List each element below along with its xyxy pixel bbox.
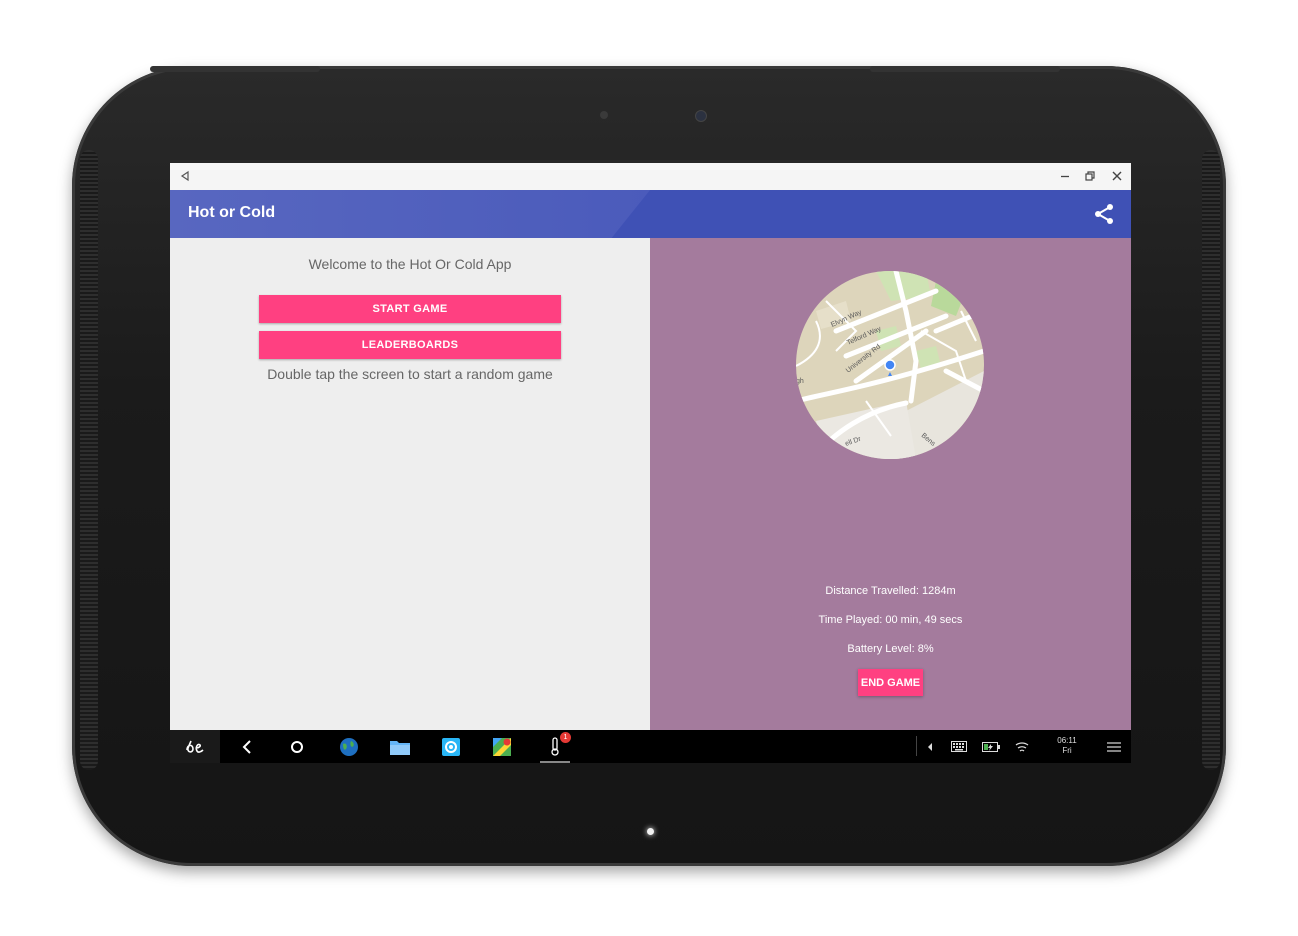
left-panel[interactable]: Welcome to the Hot Or Cold App START GAM… <box>170 238 650 730</box>
distance-travelled: Distance Travelled: 1284m <box>825 585 956 597</box>
notification-badge: 1 <box>560 732 571 743</box>
tray-keyboard[interactable] <box>950 730 968 763</box>
random-game-hint: Double tap the screen to start a random … <box>267 366 553 382</box>
taskbar-divider <box>916 736 917 756</box>
battery-icon <box>982 741 1000 752</box>
back-arrow-icon[interactable] <box>178 169 192 183</box>
window-titlebar <box>170 163 1131 191</box>
speaker-left <box>80 150 98 770</box>
tablet-button-top <box>150 66 320 72</box>
circular-map[interactable]: Elvyn Way Telford Way University Rd gh e… <box>796 271 984 459</box>
time-played: Time Played: 00 min, 49 secs <box>818 614 963 626</box>
app-bar: Hot or Cold <box>170 190 1131 238</box>
arrow-icon <box>928 742 932 751</box>
front-camera <box>695 110 707 122</box>
tray-battery[interactable] <box>981 730 1001 763</box>
location-dot-icon <box>884 359 896 371</box>
launcher-icon <box>186 740 204 753</box>
light-sensor <box>600 111 608 119</box>
taskbar-settings[interactable] <box>438 730 464 763</box>
right-panel: Elvyn Way Telford Way University Rd gh e… <box>650 238 1131 730</box>
menu-icon <box>1107 741 1121 752</box>
taskbar: 1 06:11 Fri <box>170 730 1131 763</box>
clock-day: Fri <box>1062 746 1072 755</box>
tablet-button-top-right <box>870 66 1060 72</box>
tray-wifi[interactable] <box>1014 730 1030 763</box>
notification-light <box>647 828 654 835</box>
settings-icon <box>442 737 460 756</box>
welcome-text: Welcome to the Hot Or Cold App <box>308 256 512 272</box>
app-title: Hot or Cold <box>188 204 276 221</box>
speaker-right <box>1202 150 1220 770</box>
battery-level: Battery Level: 8% <box>847 643 934 655</box>
keyboard-icon <box>951 741 967 752</box>
home-icon <box>291 740 303 753</box>
restore-icon[interactable] <box>1083 169 1097 183</box>
start-game-button[interactable]: START GAME <box>259 295 561 323</box>
launcher-button[interactable] <box>170 730 220 763</box>
maps-icon <box>493 737 511 756</box>
end-game-button[interactable]: END GAME <box>858 669 923 696</box>
taskbar-browser[interactable] <box>336 730 362 763</box>
screen: Hot or Cold Welcome to the Hot Or Cold A… <box>170 163 1131 763</box>
wifi-icon <box>1015 741 1029 752</box>
map-graphic: Elvyn Way Telford Way University Rd gh e… <box>796 271 984 459</box>
nav-home-button[interactable] <box>284 730 310 763</box>
close-icon[interactable] <box>1110 169 1124 183</box>
back-icon <box>242 739 251 754</box>
clock-time: 06:11 <box>1057 736 1077 745</box>
notifications-menu-button[interactable] <box>1106 730 1122 763</box>
globe-icon <box>340 737 358 756</box>
tray-expand[interactable] <box>924 730 936 763</box>
taskbar-maps[interactable] <box>489 730 515 763</box>
share-icon[interactable] <box>1092 202 1116 226</box>
taskbar-clock[interactable]: 06:11 Fri <box>1052 736 1082 756</box>
taskbar-files[interactable] <box>387 730 413 763</box>
leaderboards-button[interactable]: LEADERBOARDS <box>259 331 561 359</box>
nav-back-button[interactable] <box>234 730 260 763</box>
minimize-icon[interactable] <box>1058 169 1072 183</box>
map-label-gh: gh <box>796 378 804 385</box>
folder-icon <box>390 740 410 755</box>
